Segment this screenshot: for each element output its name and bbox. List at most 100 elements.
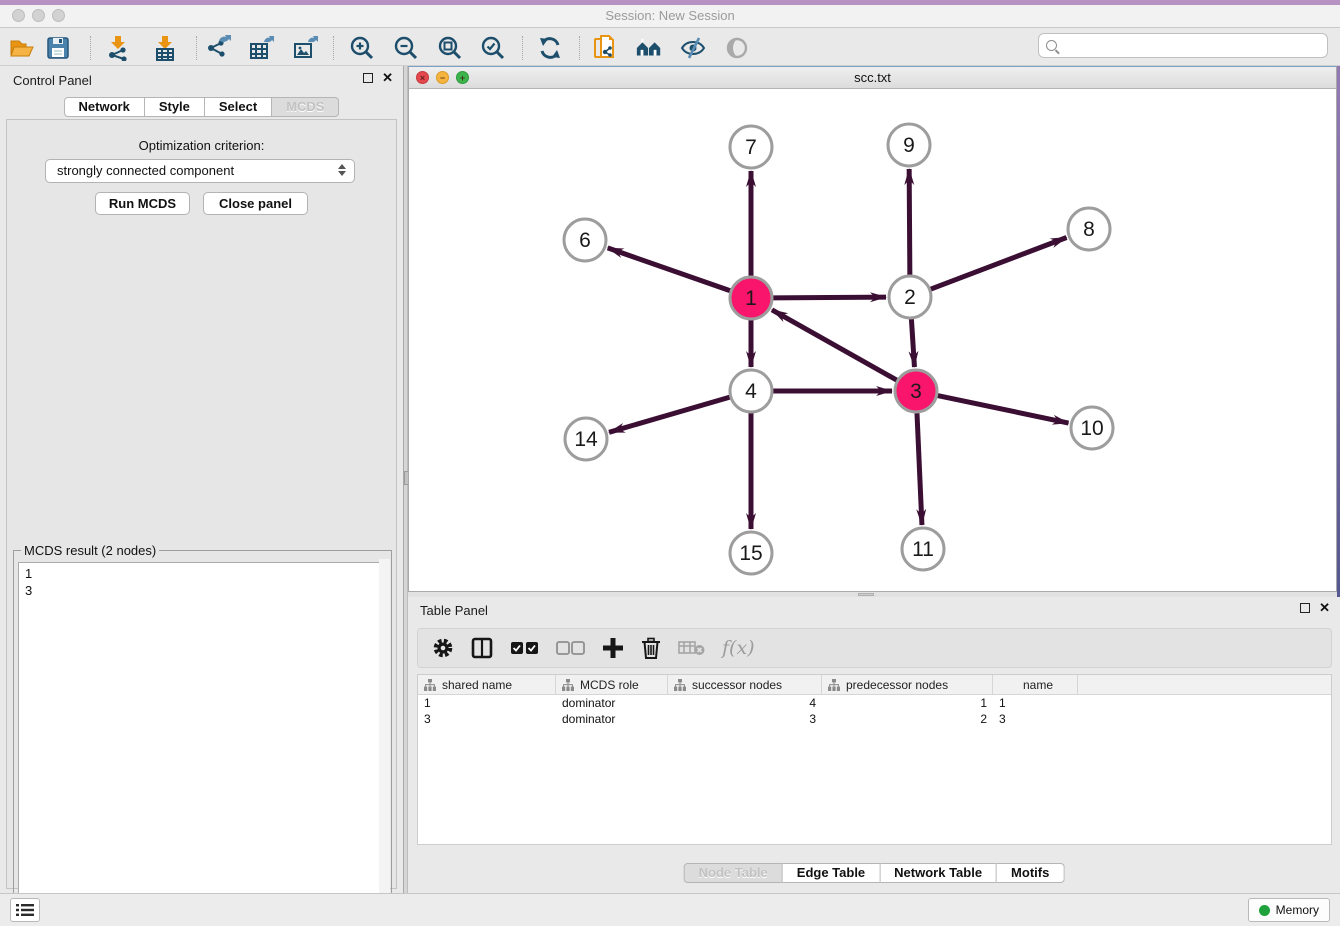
network-maximize-button[interactable]: + bbox=[456, 71, 469, 84]
graph-node-14[interactable]: 14 bbox=[565, 418, 607, 460]
float-panel-icon[interactable] bbox=[363, 73, 373, 83]
zoom-selected-icon[interactable] bbox=[479, 34, 507, 62]
graph-edge-3-11[interactable] bbox=[917, 413, 922, 525]
import-table-icon[interactable] bbox=[151, 34, 179, 62]
column-visibility-icon[interactable] bbox=[470, 636, 494, 660]
first-neighbors-icon[interactable] bbox=[635, 34, 663, 62]
graph-node-10[interactable]: 10 bbox=[1071, 407, 1113, 449]
graph-node-1[interactable]: 1 bbox=[730, 277, 772, 319]
select-stepper-icon bbox=[338, 164, 346, 176]
export-image-icon[interactable] bbox=[291, 34, 319, 62]
control-panel: Control Panel ✕ Network Style Select MCD… bbox=[0, 66, 403, 893]
optimization-criterion-select[interactable]: strongly connected component bbox=[45, 159, 355, 183]
tab-network[interactable]: Network bbox=[64, 97, 145, 117]
column-header-name[interactable]: name bbox=[993, 675, 1078, 694]
apply-layout-icon[interactable] bbox=[536, 34, 564, 62]
table-panel-title: Table Panel bbox=[420, 603, 488, 618]
graph-node-11[interactable]: 11 bbox=[902, 528, 944, 570]
show-hide-icon[interactable] bbox=[679, 34, 707, 62]
column-type-icon bbox=[424, 679, 436, 691]
network-minimize-button[interactable]: − bbox=[436, 71, 449, 84]
search-field[interactable] bbox=[1057, 38, 1327, 53]
table-header-row: shared name MCDS role successor nodes pr… bbox=[418, 675, 1331, 695]
close-panel-icon[interactable]: ✕ bbox=[382, 73, 393, 83]
select-all-icon[interactable] bbox=[510, 640, 540, 656]
mcds-result-box: MCDS result (2 nodes) 1 3 bbox=[13, 543, 392, 919]
graph-edge-2-8[interactable] bbox=[931, 238, 1067, 290]
open-session-icon[interactable] bbox=[8, 34, 36, 62]
unselect-all-icon[interactable] bbox=[556, 640, 586, 656]
tab-network-table[interactable]: Network Table bbox=[880, 863, 997, 883]
zoom-fit-icon[interactable] bbox=[436, 34, 464, 62]
tab-select[interactable]: Select bbox=[205, 97, 272, 117]
graph-node-3[interactable]: 3 bbox=[895, 370, 937, 412]
float-panel-icon[interactable] bbox=[1300, 603, 1310, 613]
memory-status-icon bbox=[1259, 905, 1270, 916]
zoom-out-icon[interactable] bbox=[392, 34, 420, 62]
add-column-icon[interactable] bbox=[602, 637, 624, 659]
window-close-button[interactable] bbox=[12, 9, 25, 22]
mcds-result-text[interactable]: 1 3 bbox=[18, 562, 387, 914]
search-input[interactable] bbox=[1038, 33, 1328, 58]
network-canvas[interactable]: 1 2 3 4 6 7 8 9 10 11 14 15 bbox=[409, 89, 1336, 591]
tab-style[interactable]: Style bbox=[145, 97, 205, 117]
graph-node-2[interactable]: 2 bbox=[889, 276, 931, 318]
graph-node-9[interactable]: 9 bbox=[888, 124, 930, 166]
function-builder-icon[interactable]: f(x) bbox=[722, 637, 755, 659]
save-session-icon[interactable] bbox=[44, 34, 72, 62]
graph-edge-3-1[interactable] bbox=[772, 310, 897, 380]
task-history-button[interactable] bbox=[10, 898, 40, 922]
graph-edge-2-3[interactable] bbox=[911, 319, 914, 367]
export-table-icon[interactable] bbox=[247, 34, 275, 62]
graph-edge-3-10[interactable] bbox=[938, 396, 1069, 424]
network-window-title: scc.txt bbox=[409, 67, 1336, 88]
tab-edge-table[interactable]: Edge Table bbox=[783, 863, 880, 883]
network-view-window: × − + scc.txt 1 2 3 4 6 7 8 9 10 11 14 15 bbox=[408, 66, 1337, 592]
column-header-mcds-role[interactable]: MCDS role bbox=[556, 675, 668, 694]
graph-edge-4-14[interactable] bbox=[609, 397, 730, 432]
column-header-successor-nodes[interactable]: successor nodes bbox=[668, 675, 822, 694]
column-header-shared-name[interactable]: shared name bbox=[418, 675, 556, 694]
tab-node-table[interactable]: Node Table bbox=[684, 863, 783, 883]
column-header-predecessor-nodes[interactable]: predecessor nodes bbox=[822, 675, 993, 694]
main-toolbar bbox=[0, 28, 1340, 66]
table-row[interactable]: 3 dominator 3 2 3 bbox=[418, 711, 1331, 727]
mcds-result-title: MCDS result (2 nodes) bbox=[21, 543, 159, 558]
clone-network-icon[interactable] bbox=[591, 34, 619, 62]
graph-edge-1-6[interactable] bbox=[608, 248, 731, 291]
run-mcds-button[interactable]: Run MCDS bbox=[95, 192, 190, 215]
graph-node-7[interactable]: 7 bbox=[730, 126, 772, 168]
bird-eye-icon[interactable] bbox=[723, 34, 751, 62]
graph-node-4[interactable]: 4 bbox=[730, 370, 772, 412]
delete-table-icon[interactable] bbox=[640, 637, 662, 659]
close-panel-button[interactable]: Close panel bbox=[203, 192, 308, 215]
table-row[interactable]: 1 dominator 4 1 1 bbox=[418, 695, 1331, 711]
graph-node-15[interactable]: 15 bbox=[730, 532, 772, 574]
delete-column-icon[interactable] bbox=[678, 639, 706, 657]
search-icon bbox=[1046, 40, 1057, 51]
import-network-icon[interactable] bbox=[104, 34, 132, 62]
memory-label: Memory bbox=[1276, 903, 1319, 917]
control-panel-title: Control Panel bbox=[13, 73, 92, 88]
table-toolbar: f(x) bbox=[417, 628, 1332, 668]
close-panel-icon[interactable]: ✕ bbox=[1319, 603, 1330, 613]
export-network-icon[interactable] bbox=[204, 34, 232, 62]
network-window-titlebar[interactable]: × − + scc.txt bbox=[409, 67, 1336, 89]
memory-button[interactable]: Memory bbox=[1248, 898, 1330, 922]
zoom-in-icon[interactable] bbox=[348, 34, 376, 62]
graph-node-8[interactable]: 8 bbox=[1068, 208, 1110, 250]
graph-edge-2-9[interactable] bbox=[909, 169, 910, 275]
splitter-grip[interactable] bbox=[858, 593, 874, 596]
optimization-criterion-value: strongly connected component bbox=[57, 163, 234, 178]
status-bar: Memory bbox=[0, 893, 1340, 926]
graph-node-label: 4 bbox=[745, 380, 757, 403]
tab-motifs[interactable]: Motifs bbox=[997, 863, 1064, 883]
graph-node-6[interactable]: 6 bbox=[564, 219, 606, 261]
table-options-gear-icon[interactable] bbox=[432, 637, 454, 659]
network-close-button[interactable]: × bbox=[416, 71, 429, 84]
window-minimize-button[interactable] bbox=[32, 9, 45, 22]
tab-mcds[interactable]: MCDS bbox=[272, 97, 339, 117]
graph-edge-1-2[interactable] bbox=[773, 297, 886, 298]
mcds-result-scrollbar[interactable] bbox=[379, 559, 390, 909]
window-zoom-button[interactable] bbox=[52, 9, 65, 22]
